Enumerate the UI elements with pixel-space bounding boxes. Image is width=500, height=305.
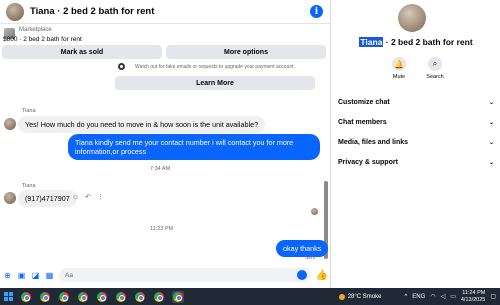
notice-text: Watch out for fake emails or requests to…	[135, 64, 295, 70]
chrome-icon	[135, 291, 145, 302]
chrome-icon	[97, 291, 107, 302]
composer: ⊕ ▣ ◪ ▦ Aa 👍	[0, 263, 331, 287]
mute-button[interactable]: 🔔 Mute	[388, 57, 410, 80]
menu-label: Privacy & support	[338, 158, 398, 166]
image-icon[interactable]: ▣	[17, 271, 26, 280]
gif-icon[interactable]: ▦	[45, 271, 54, 280]
clock-time: 11:24 PM	[462, 289, 486, 296]
language-indicator[interactable]: ENG	[412, 294, 425, 300]
more-icon[interactable]: ⋮	[97, 193, 104, 201]
system-tray: 28°C Smoke ^ ENG ◠ ◁ ▭ 11:24 PM 4/13/202…	[338, 288, 496, 305]
message-bubble-outgoing[interactable]: okay thanks	[276, 240, 329, 257]
taskbar-app-chrome[interactable]	[58, 291, 70, 303]
taskbar-app-chrome[interactable]	[96, 291, 108, 303]
profile-avatar[interactable]	[398, 4, 426, 32]
taskbar-app-chrome[interactable]	[115, 291, 127, 303]
chevron-down-icon: ⌄	[488, 119, 494, 126]
info-actions: 🔔 Mute ⌕ Search	[388, 57, 446, 80]
timestamp: 11:23 PM	[150, 226, 174, 232]
wifi-icon[interactable]: ◠	[430, 293, 435, 300]
chrome-icon	[59, 291, 69, 302]
weather-widget[interactable]: 28°C Smoke	[338, 293, 382, 300]
message-actions: ☺ ↶ ⋮	[72, 193, 104, 202]
sent-status: Sent	[305, 255, 316, 261]
menu-label: Media, files and links	[338, 138, 409, 146]
reply-icon[interactable]: ↶	[85, 193, 91, 201]
plus-icon[interactable]: ⊕	[3, 271, 12, 280]
conversation-name: Tiana · 2 bed 2 bath for rent	[332, 37, 500, 47]
taskbar-app-chrome[interactable]	[77, 291, 89, 303]
menu-media-files-links[interactable]: Media, files and links ⌄	[338, 132, 494, 152]
taskbar-app-chrome[interactable]	[39, 291, 51, 303]
menu-label: Chat members	[338, 118, 387, 126]
clock[interactable]: 11:24 PM 4/13/2025	[461, 290, 485, 304]
sender-name: Tiana	[22, 183, 36, 189]
notice-icon	[118, 63, 125, 70]
chat-pane: Tiana · 2 bed 2 bath for rent i Marketpl…	[0, 0, 331, 288]
sender-name: Tiana	[22, 108, 36, 114]
search-icon: ⌕	[428, 57, 442, 71]
learn-more-button[interactable]: Learn More	[115, 76, 315, 90]
chevron-down-icon: ⌄	[488, 99, 494, 106]
windows-start-icon[interactable]	[4, 292, 13, 301]
seen-avatar	[311, 208, 318, 215]
chat-header: Tiana · 2 bed 2 bath for rent i	[0, 0, 331, 24]
chevron-up-icon[interactable]: ^	[404, 294, 407, 300]
avatar[interactable]	[6, 2, 24, 21]
mark-as-sold-button[interactable]: Mark as sold	[2, 45, 162, 59]
listing-actions: Mark as sold More options	[2, 45, 326, 59]
avatar[interactable]	[4, 118, 16, 130]
chat-title[interactable]: Tiana · 2 bed 2 bath for rent	[30, 6, 154, 17]
search-button[interactable]: ⌕ Search	[424, 57, 446, 80]
message-bubble-outgoing[interactable]: Tiana kindly send me your contact number…	[68, 134, 320, 160]
marketplace-listing: Marketplace $800 · 2 bed 2 bath for rent…	[0, 25, 331, 65]
more-options-button[interactable]: More options	[166, 45, 326, 59]
notification-icon[interactable]: ▢	[490, 293, 496, 300]
weather-text: 28°C Smoke	[347, 293, 382, 300]
taskbar-app-chrome[interactable]	[134, 291, 146, 303]
menu-label: Customize chat	[338, 98, 390, 106]
message-input[interactable]: Aa	[59, 268, 311, 282]
taskbar: 28°C Smoke ^ ENG ◠ ◁ ▭ 11:24 PM 4/13/202…	[0, 288, 500, 305]
chrome-icon	[78, 291, 88, 302]
conversation-info-pane: Tiana · 2 bed 2 bath for rent 🔔 Mute ⌕ S…	[332, 0, 500, 288]
chevron-down-icon: ⌄	[488, 139, 494, 146]
avatar[interactable]	[4, 192, 16, 204]
safety-notice: Watch out for fake emails or requests to…	[115, 62, 323, 96]
taskbar-app-chrome[interactable]	[153, 291, 165, 303]
chrome-icon	[40, 291, 50, 302]
menu-chat-members[interactable]: Chat members ⌄	[338, 112, 494, 132]
marketplace-label: Marketplace	[19, 27, 52, 33]
taskbar-app-chrome-active[interactable]	[172, 290, 184, 303]
chrome-icon	[154, 291, 164, 302]
react-icon[interactable]: ☺	[72, 194, 79, 201]
chevron-down-icon: ⌄	[488, 159, 494, 166]
conversation-name-rest: · 2 bed 2 bath for rent	[383, 37, 473, 47]
bell-icon: 🔔	[392, 57, 406, 71]
chrome-icon	[173, 291, 183, 302]
info-icon[interactable]: i	[310, 5, 323, 18]
message-bubble-incoming[interactable]: Yes! How much do you need to move in & h…	[18, 116, 266, 133]
chrome-icon	[21, 291, 31, 302]
battery-icon[interactable]: ▭	[450, 293, 456, 300]
emoji-icon[interactable]	[297, 270, 307, 280]
message-list: Watch out for fake emails or requests to…	[0, 63, 331, 262]
listing-title[interactable]: $800 · 2 bed 2 bath for rent	[3, 36, 82, 43]
taskbar-app-chrome[interactable]	[20, 291, 32, 303]
mute-label: Mute	[392, 74, 406, 80]
like-icon[interactable]: 👍	[316, 269, 328, 281]
menu-customize-chat[interactable]: Customize chat ⌄	[338, 92, 494, 112]
menu-privacy-support[interactable]: Privacy & support ⌄	[338, 152, 494, 172]
volume-icon[interactable]: ◁	[441, 293, 446, 300]
info-menu: Customize chat ⌄ Chat members ⌄ Media, fil…	[338, 92, 494, 172]
search-label: Search	[426, 74, 444, 80]
timestamp: 7:34 AM	[150, 166, 171, 172]
chrome-icon	[116, 291, 126, 302]
sticker-icon[interactable]: ◪	[31, 271, 40, 280]
selected-name[interactable]: Tiana	[359, 37, 384, 47]
sun-icon	[338, 293, 345, 300]
message-input-placeholder: Aa	[65, 271, 73, 279]
clock-date: 4/13/2025	[460, 296, 486, 303]
message-bubble-incoming[interactable]: (917)4717907	[18, 190, 77, 207]
